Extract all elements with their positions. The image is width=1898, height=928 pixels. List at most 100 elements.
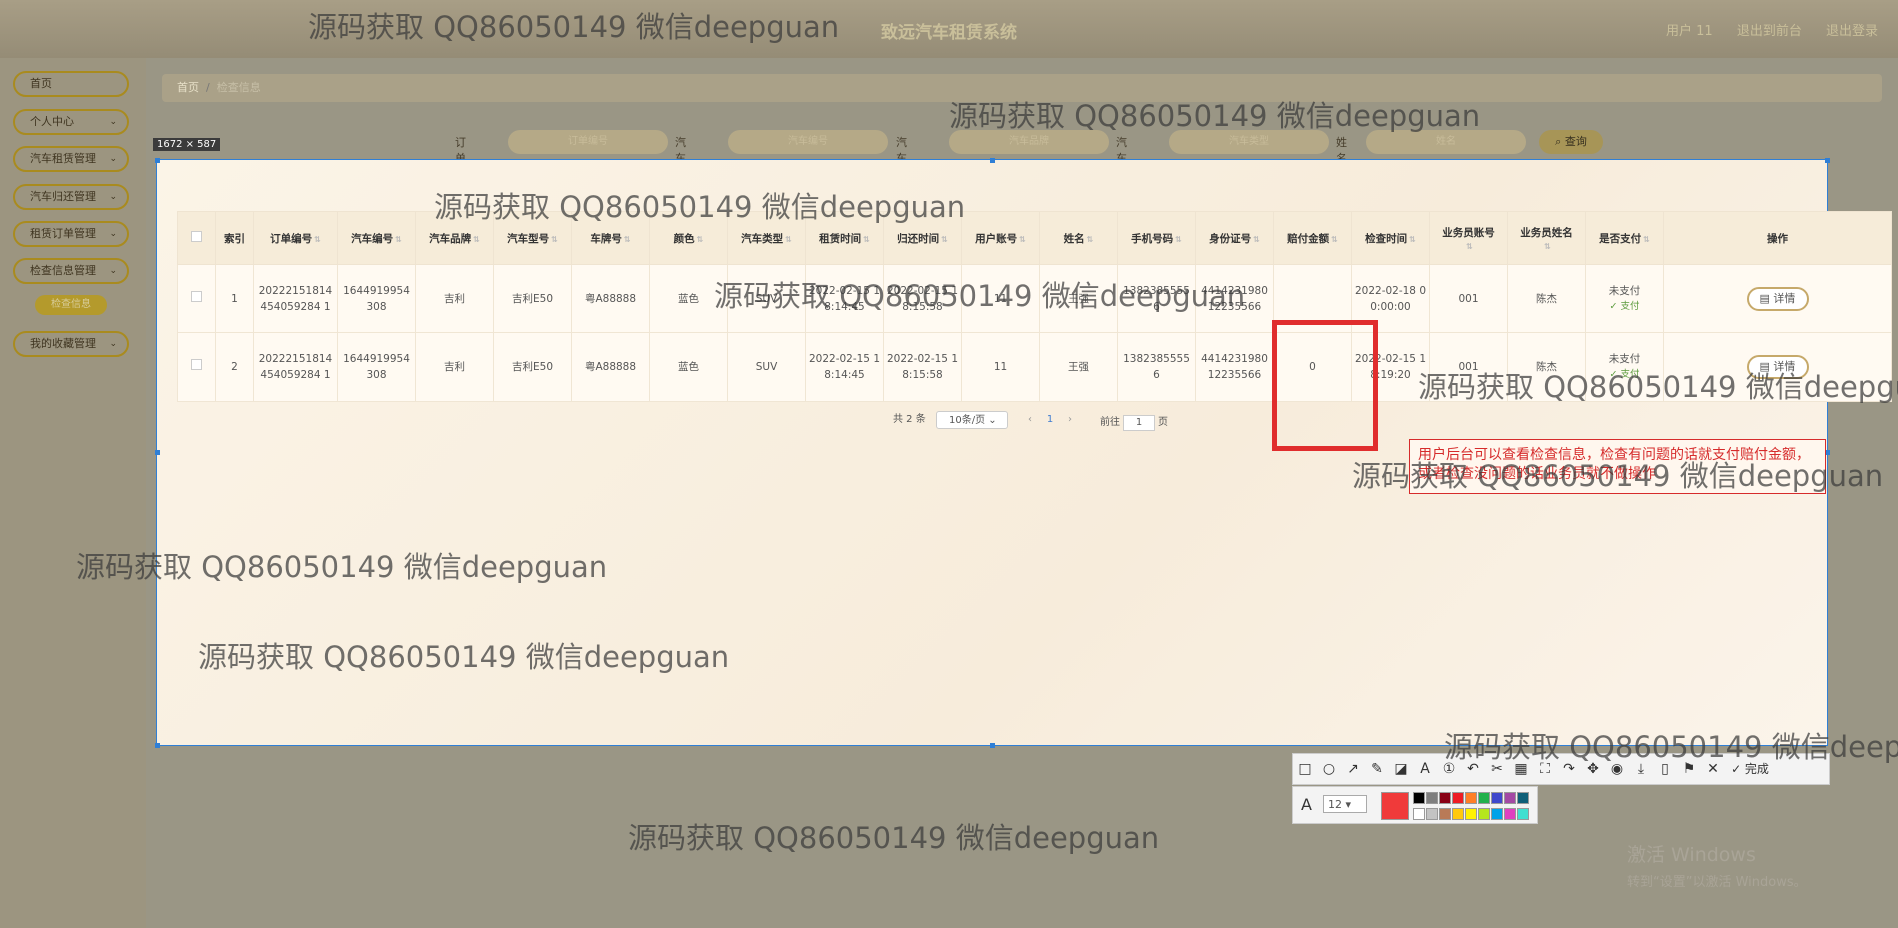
color-swatch[interactable] [1478, 792, 1490, 804]
sort-icon[interactable]: ⇅ [1087, 235, 1094, 244]
detail-button[interactable]: ▤ 详情 [1746, 286, 1809, 311]
column-header[interactable]: 业务员姓名 ⇅ [1507, 211, 1586, 265]
color-swatch[interactable] [1517, 808, 1529, 820]
row-select-cell[interactable] [177, 332, 216, 402]
column-header[interactable]: 是否支付 ⇅ [1585, 211, 1664, 265]
sidebar-item-car-rental[interactable]: 汽车租赁管理 ⌄ [13, 146, 129, 172]
column-header[interactable]: 姓名 ⇅ [1039, 211, 1118, 265]
sort-icon[interactable]: ⇅ [697, 235, 704, 244]
text-icon[interactable]: A [1413, 754, 1437, 784]
column-header: 操作 [1663, 211, 1892, 265]
page-number[interactable]: 1 [1040, 411, 1060, 429]
resize-handle[interactable] [990, 158, 995, 163]
resize-handle[interactable] [990, 743, 995, 748]
mosaic-icon[interactable]: ◪ [1389, 754, 1413, 784]
sidebar-subitem-inspection-info[interactable]: 检查信息 [35, 295, 107, 315]
select-all-header[interactable] [177, 211, 216, 265]
sidebar-item-inspection[interactable]: 检查信息管理 ⌄ [13, 258, 129, 284]
sidebar-item-personal[interactable]: 个人中心 ⌄ [13, 109, 129, 135]
order-no-input[interactable]: 订单编号 [508, 130, 668, 154]
resize-handle[interactable] [1825, 158, 1830, 163]
sort-icon[interactable]: ⇅ [395, 235, 402, 244]
page-size-select[interactable]: 10条/页 ⌄ [936, 411, 1008, 429]
sort-icon[interactable]: ⇅ [1643, 235, 1650, 244]
color-swatch[interactable] [1478, 808, 1490, 820]
color-swatch[interactable] [1452, 792, 1464, 804]
color-swatch[interactable] [1504, 792, 1516, 804]
sort-icon[interactable]: ⇅ [785, 235, 792, 244]
current-user: 用户 11 [1666, 24, 1713, 39]
resize-handle[interactable] [155, 743, 160, 748]
color-swatch[interactable] [1413, 808, 1425, 820]
column-header[interactable]: 身份证号 ⇅ [1195, 211, 1274, 265]
column-header-label: 订单编号 [270, 232, 313, 245]
sort-icon[interactable]: ⇅ [1019, 235, 1026, 244]
chevron-down-icon: ⌄ [109, 339, 117, 349]
activation-subtitle: 转到“设置”以激活 Windows。 [1627, 875, 1807, 890]
column-header[interactable]: 业务员账号 ⇅ [1429, 211, 1508, 265]
chevron-down-icon: ⌄ [109, 154, 117, 164]
logout-link[interactable]: 退出登录 [1826, 24, 1878, 39]
sidebar-item-car-return[interactable]: 汽车归还管理 ⌄ [13, 184, 129, 210]
sort-icon[interactable]: ⇅ [473, 235, 480, 244]
sort-icon[interactable]: ⇅ [1175, 235, 1182, 244]
sort-icon[interactable]: ⇅ [1331, 235, 1338, 244]
color-swatch[interactable] [1491, 808, 1503, 820]
column-header[interactable]: 检查时间 ⇅ [1351, 211, 1430, 265]
prev-page-button[interactable]: ‹ [1020, 411, 1040, 429]
rectangle-icon[interactable]: □ [1293, 754, 1317, 784]
back-to-front-link[interactable]: 退出到前台 [1737, 24, 1802, 39]
column-header[interactable]: 订单编号 ⇅ [253, 211, 338, 265]
chevron-down-icon: ⌄ [109, 229, 117, 239]
goto-page-input[interactable]: 1 [1123, 415, 1155, 431]
color-swatch[interactable] [1504, 808, 1516, 820]
row-checkbox[interactable] [191, 290, 202, 302]
search-button[interactable]: ⌕ 查询 [1539, 130, 1603, 154]
font-size-select[interactable]: 12 ▾ [1323, 795, 1367, 813]
sort-icon[interactable]: ⇅ [941, 235, 948, 244]
color-swatch[interactable] [1426, 808, 1438, 820]
sidebar-item-home[interactable]: 首页 [13, 71, 129, 97]
sidebar-item-label: 汽车租赁管理 [30, 152, 96, 165]
pay-button[interactable]: ✓ 支付 [1588, 299, 1661, 315]
color-swatch[interactable] [1517, 792, 1529, 804]
car-no-input[interactable]: 汽车编号 [728, 130, 888, 154]
color-swatch[interactable] [1465, 808, 1477, 820]
column-header[interactable]: 用户账号 ⇅ [961, 211, 1040, 265]
color-swatch[interactable] [1426, 792, 1438, 804]
sidebar-item-favorites[interactable]: 我的收藏管理 ⌄ [13, 331, 129, 357]
pagination-goto: 前往 1 页 [1100, 413, 1168, 431]
sort-icon[interactable]: ⇅ [1409, 235, 1416, 244]
color-swatch[interactable] [1452, 808, 1464, 820]
sidebar-item-label: 我的收藏管理 [30, 337, 96, 350]
next-page-button[interactable]: › [1060, 411, 1080, 429]
color-swatch[interactable] [1413, 792, 1425, 804]
row-checkbox[interactable] [191, 359, 202, 370]
sort-icon[interactable]: ⇅ [1544, 242, 1551, 251]
ellipse-icon[interactable]: ○ [1317, 754, 1341, 784]
row-select-cell[interactable] [177, 264, 216, 333]
sort-icon[interactable]: ⇅ [624, 235, 631, 244]
select-all-checkbox[interactable] [191, 231, 202, 242]
arrow-icon[interactable]: ↗ [1341, 754, 1365, 784]
sort-icon[interactable]: ⇅ [1466, 242, 1473, 251]
sort-icon[interactable]: ⇅ [551, 235, 558, 244]
sidebar-item-orders[interactable]: 租赁订单管理 ⌄ [13, 221, 129, 247]
resize-handle[interactable] [155, 450, 160, 455]
breadcrumb-home[interactable]: 首页 [177, 81, 199, 94]
color-swatch[interactable] [1439, 808, 1451, 820]
column-header[interactable]: 汽车编号 ⇅ [337, 211, 416, 265]
sort-icon[interactable]: ⇅ [863, 235, 870, 244]
table-cell: 2 [215, 332, 254, 402]
resize-handle[interactable] [155, 158, 160, 163]
column-header-label: 业务员姓名 [1520, 226, 1573, 239]
pencil-icon[interactable]: ✎ [1365, 754, 1389, 784]
sort-icon[interactable]: ⇅ [1253, 235, 1260, 244]
sort-icon[interactable]: ⇅ [314, 235, 321, 244]
column-header[interactable]: 手机号码 ⇅ [1117, 211, 1196, 265]
current-color-swatch[interactable] [1381, 792, 1409, 820]
column-header[interactable]: 赔付金额 ⇅ [1273, 211, 1352, 265]
color-swatch[interactable] [1439, 792, 1451, 804]
color-swatch[interactable] [1465, 792, 1477, 804]
color-swatch[interactable] [1491, 792, 1503, 804]
